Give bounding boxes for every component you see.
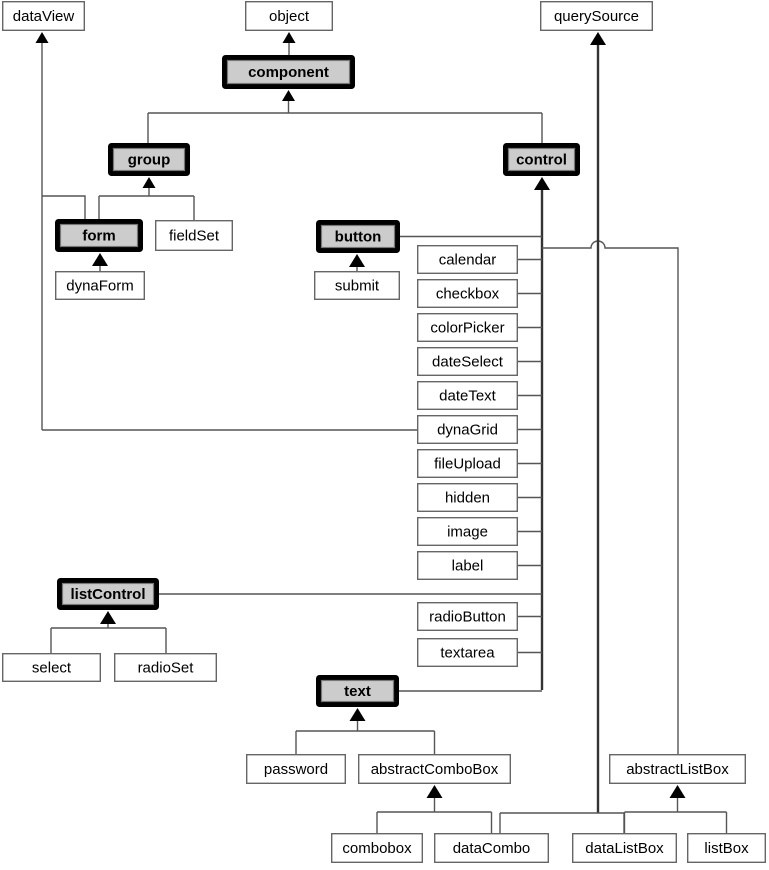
arrow-control-spine — [534, 177, 550, 190]
class-name-label: text — [344, 683, 371, 700]
class-name-label: component — [248, 64, 329, 81]
class-name-label: dateText — [439, 387, 497, 404]
class-name-label: object — [269, 8, 310, 25]
class-name-label: label — [452, 557, 484, 574]
class-node-text[interactable]: text — [316, 675, 399, 707]
class-name-label: select — [32, 659, 72, 676]
class-node-group[interactable]: group — [108, 143, 190, 176]
class-node-label[interactable]: label — [416, 550, 518, 581]
class-node-radioButton[interactable]: radioButton — [416, 601, 518, 632]
arrow-listcontrol-children — [100, 611, 116, 624]
class-name-label: querySource — [554, 8, 639, 25]
class-name-label: image — [447, 523, 488, 540]
class-name-label: password — [264, 761, 328, 778]
arrow-group-control-component — [282, 90, 295, 101]
class-node-dateSelect[interactable]: dateSelect — [416, 346, 518, 377]
class-name-label: dataListBox — [585, 840, 664, 857]
class-name-label: dateSelect — [432, 353, 504, 370]
class-name-label: dynaForm — [66, 277, 134, 294]
arrow-querysource — [590, 32, 606, 45]
class-node-fileUpload[interactable]: fileUpload — [416, 448, 518, 479]
class-node-password[interactable]: password — [245, 753, 346, 785]
class-node-dynaGrid[interactable]: dynaGrid — [416, 414, 518, 445]
class-name-label: hidden — [445, 489, 490, 506]
class-node-select[interactable]: select — [1, 652, 101, 683]
class-node-combobox[interactable]: combobox — [330, 832, 423, 864]
class-node-dataCombo[interactable]: dataCombo — [433, 832, 549, 864]
class-name-label: form — [82, 227, 115, 244]
class-node-dataListBox[interactable]: dataListBox — [571, 832, 677, 864]
arrow-group-children — [142, 177, 156, 188]
class-node-object[interactable]: object — [244, 0, 333, 32]
arrow-component-object — [282, 32, 296, 43]
class-name-label: submit — [335, 277, 380, 294]
class-node-dataView[interactable]: dataView — [1, 0, 85, 32]
class-name-label: checkbox — [436, 285, 500, 302]
class-node-component[interactable]: component — [222, 55, 355, 89]
class-node-radioSet[interactable]: radioSet — [113, 652, 217, 683]
class-name-label: listControl — [71, 586, 146, 603]
edge-form-dataview — [42, 195, 86, 219]
class-node-hidden[interactable]: hidden — [416, 482, 518, 513]
class-name-label: colorPicker — [430, 319, 504, 336]
class-name-label: abstractListBox — [626, 761, 729, 778]
edge-abstractlistbox-control — [542, 240, 679, 754]
class-node-dynaForm[interactable]: dynaForm — [54, 270, 145, 301]
class-node-form[interactable]: form — [55, 219, 143, 252]
class-node-control[interactable]: control — [503, 143, 580, 176]
class-name-label: fieldSet — [169, 227, 220, 244]
arrow-alb-children — [669, 785, 686, 798]
class-name-label: radioSet — [138, 659, 195, 676]
edge-datalistbox-querysource — [598, 812, 625, 833]
class-name-label: calendar — [439, 251, 497, 268]
class-name-label: textarea — [440, 644, 495, 661]
class-node-button[interactable]: button — [316, 220, 400, 253]
arrow-acb-children — [426, 785, 443, 798]
class-name-label: listBox — [704, 840, 749, 857]
class-name-label: group — [128, 151, 171, 168]
class-name-label: dataView — [13, 8, 75, 25]
arrow-dynaform-form — [92, 253, 108, 266]
class-name-label: button — [335, 228, 382, 245]
diagram-canvas: dataView object querySource component group c… — [1, 0, 766, 864]
class-node-abstractComboBox[interactable]: abstractComboBox — [357, 753, 512, 785]
class-node-dateText[interactable]: dateText — [416, 380, 518, 411]
arrow-text-children — [349, 708, 366, 721]
class-node-checkbox[interactable]: checkbox — [416, 278, 518, 309]
class-node-image[interactable]: image — [416, 516, 518, 547]
class-name-label: control — [516, 151, 567, 168]
class-node-querySource[interactable]: querySource — [539, 0, 653, 32]
class-node-listBox[interactable]: listBox — [686, 832, 766, 864]
class-node-fieldSet[interactable]: fieldSet — [154, 219, 233, 252]
class-node-textarea[interactable]: textarea — [416, 637, 518, 668]
class-name-label: dynaGrid — [437, 421, 498, 438]
class-node-submit[interactable]: submit — [313, 270, 400, 301]
class-node-listControl[interactable]: listControl — [57, 578, 159, 610]
class-node-calendar[interactable]: calendar — [416, 244, 518, 275]
node-layer: dataView object querySource component group c… — [1, 0, 766, 864]
class-node-colorPicker[interactable]: colorPicker — [416, 312, 518, 343]
class-name-label: combobox — [342, 840, 412, 857]
class-name-label: dataCombo — [453, 840, 531, 857]
uml-class-diagram: dataView object querySource component group c… — [0, 0, 769, 870]
class-name-label: fileUpload — [434, 455, 501, 472]
class-name-label: abstractComboBox — [371, 761, 499, 778]
arrow-submit-button — [349, 254, 365, 267]
class-name-label: radioButton — [429, 608, 506, 625]
arrow-dataview — [35, 32, 49, 43]
class-node-abstractListBox[interactable]: abstractListBox — [608, 753, 747, 785]
